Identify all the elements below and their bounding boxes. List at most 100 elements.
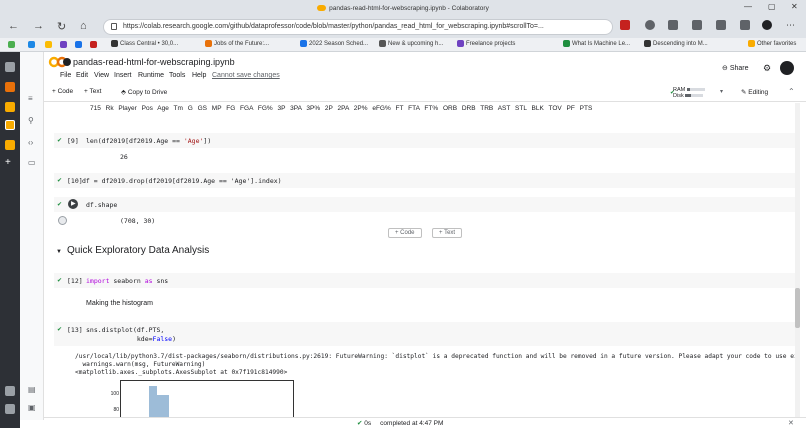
code-cell[interactable]: ✔ [12] import seaborn as sns	[54, 273, 798, 288]
app-icon[interactable]	[5, 82, 15, 92]
downloads-icon[interactable]	[740, 20, 750, 30]
extension-icon[interactable]	[620, 20, 630, 30]
close-icon[interactable]: ✕	[791, 2, 798, 11]
execution-count: [9]	[67, 137, 79, 145]
y-tick-label: 100	[110, 391, 119, 397]
ram-usage-bar	[686, 88, 691, 92]
app-icon[interactable]	[5, 102, 15, 112]
menu-runtime[interactable]: Runtime	[138, 72, 164, 79]
execution-count: [12]	[67, 277, 83, 285]
search-icon[interactable]: ⚲	[28, 116, 34, 125]
bookmark-item[interactable]: New & upcoming h...	[379, 40, 443, 47]
colab-header: pandas-read-html-for-webscraping.ipynb F…	[44, 52, 806, 84]
menu-view[interactable]: View	[94, 72, 109, 79]
sidebar-toggle-icon[interactable]	[5, 404, 15, 414]
cannot-save-link[interactable]: Cannot save changes	[212, 72, 280, 79]
home-icon[interactable]: ⌂	[80, 20, 87, 32]
code-cell[interactable]: ✔ [10] df = df2019.drop(df2019[df2019.Ag…	[54, 173, 798, 188]
cell-code[interactable]: sns.distplot(df.PTS, kde=False)	[86, 326, 176, 344]
code-cell[interactable]: ✔ ▶ df.shape	[54, 197, 798, 212]
bookmark-item[interactable]: Class Central • 30,0...	[111, 40, 178, 47]
editing-mode-button[interactable]: ✎ Editing	[741, 88, 768, 96]
execution-status[interactable]: ✔ 0s completed at 4:47 PM	[357, 419, 443, 427]
executed-check-icon: ✔	[57, 138, 63, 144]
colab-app-icon[interactable]	[5, 120, 15, 130]
terminal-icon[interactable]: ▣	[28, 403, 36, 412]
menu-insert[interactable]: Insert	[114, 72, 132, 79]
profile-avatar[interactable]	[762, 20, 772, 30]
bookmark-icon[interactable]	[28, 41, 35, 48]
add-icon[interactable]: +	[5, 158, 15, 168]
bookmark-icon[interactable]	[45, 41, 52, 48]
extension-icon[interactable]	[645, 20, 655, 30]
extensions-puzzle-icon[interactable]	[668, 20, 678, 30]
bookmark-item[interactable]: What Is Machine Le...	[563, 40, 630, 47]
run-cell-button[interactable]: ▶	[68, 199, 78, 209]
tabs-icon[interactable]	[5, 62, 15, 72]
cell-code[interactable]: len(df2019[df2019.Age == 'Age'])	[86, 137, 211, 146]
collections-icon[interactable]	[716, 20, 726, 30]
code-cell[interactable]: ✔ [13] sns.distplot(df.PTS, kde=False)	[54, 322, 798, 346]
favorites-icon[interactable]	[692, 20, 702, 30]
back-icon[interactable]: ←	[8, 20, 19, 32]
scrollbar-thumb[interactable]	[795, 288, 800, 328]
bookmark-icon[interactable]	[8, 41, 15, 48]
copy-to-drive-button[interactable]: ⬘ Copy to Drive	[121, 88, 167, 96]
menu-edit[interactable]: Edit	[76, 72, 88, 79]
more-menu-icon[interactable]: ⋯	[786, 20, 795, 31]
bookmark-item[interactable]: Freelance projects	[457, 40, 515, 47]
browser-toolbar: ← → ↻ ⌂ https://colab.research.google.co…	[0, 16, 806, 38]
window-title: pandas-read-html-for-webscraping.ipynb -…	[329, 4, 489, 12]
bookmark-icon[interactable]	[60, 41, 67, 48]
code-cell[interactable]: ✔ [9] len(df2019[df2019.Age == 'Age'])	[54, 133, 798, 148]
execution-count: [13]	[67, 326, 83, 334]
section-heading[interactable]: ▼ Quick Exploratory Data Analysis	[56, 245, 209, 256]
share-button[interactable]: ⊖ Share	[722, 64, 749, 72]
bookmark-item[interactable]: Other favorites	[748, 40, 796, 47]
collapse-header-icon[interactable]: ⌃	[788, 87, 795, 96]
forward-icon[interactable]: →	[33, 20, 44, 32]
output-actions-icon[interactable]	[58, 216, 67, 225]
markdown-text[interactable]: Making the histogram	[86, 300, 153, 307]
add-text-button[interactable]: + Text	[84, 88, 101, 95]
cell-code[interactable]: import seaborn as sns	[86, 277, 168, 286]
runtime-dropdown-icon[interactable]: ▾	[720, 88, 723, 95]
bookmark-item[interactable]: 2022 Season Sched...	[300, 40, 368, 47]
avatar[interactable]	[780, 61, 794, 75]
close-status-icon[interactable]: ✕	[788, 419, 794, 427]
cell-code[interactable]: df.shape	[86, 201, 117, 210]
url-text: https://colab.research.google.com/github…	[123, 23, 544, 30]
bookmark-item[interactable]: Descending into M...	[644, 40, 708, 47]
files-icon[interactable]: ▭	[28, 158, 36, 167]
resource-monitor[interactable]: RAM Disk	[665, 87, 705, 99]
command-palette-icon[interactable]: ▤	[28, 385, 36, 394]
reload-icon[interactable]: ↻	[57, 20, 66, 33]
settings-icon[interactable]	[5, 386, 15, 396]
cell-code[interactable]: df = df2019.drop(df2019[df2019.Age == 'A…	[82, 177, 282, 186]
add-code-button[interactable]: + Code	[52, 88, 73, 95]
executed-check-icon: ✔	[57, 278, 63, 284]
menu-tools[interactable]: Tools	[169, 72, 185, 79]
histogram-bar	[149, 386, 157, 417]
collapse-caret-icon[interactable]: ▼	[56, 249, 62, 255]
link-icon: ⊖	[722, 65, 730, 72]
histogram-bar	[157, 395, 169, 417]
add-text-cell-button[interactable]: + Text	[432, 228, 463, 238]
add-code-cell-button[interactable]: + Code	[388, 228, 422, 238]
notebook-scrollbar[interactable]	[795, 103, 800, 417]
menu-file[interactable]: File	[60, 72, 71, 79]
colab-favicon-icon	[317, 5, 327, 11]
code-snippets-icon[interactable]: ‹›	[28, 138, 33, 147]
window-title-bar: pandas-read-html-for-webscraping.ipynb -…	[0, 0, 806, 16]
maximize-icon[interactable]: ▢	[768, 2, 776, 11]
menu-help[interactable]: Help	[192, 72, 206, 79]
bookmark-item[interactable]: Jobs of the Future:...	[205, 40, 269, 47]
gear-icon[interactable]: ⚙	[763, 63, 771, 74]
notebook-title[interactable]: pandas-read-html-for-webscraping.ipynb	[63, 57, 235, 67]
address-bar[interactable]: https://colab.research.google.com/github…	[103, 19, 613, 35]
bookmark-icon[interactable]	[90, 41, 97, 48]
bookmark-icon[interactable]	[75, 41, 82, 48]
minimize-icon[interactable]: —	[744, 2, 752, 11]
table-of-contents-icon[interactable]: ≡	[28, 94, 33, 103]
app-icon[interactable]	[5, 140, 15, 150]
